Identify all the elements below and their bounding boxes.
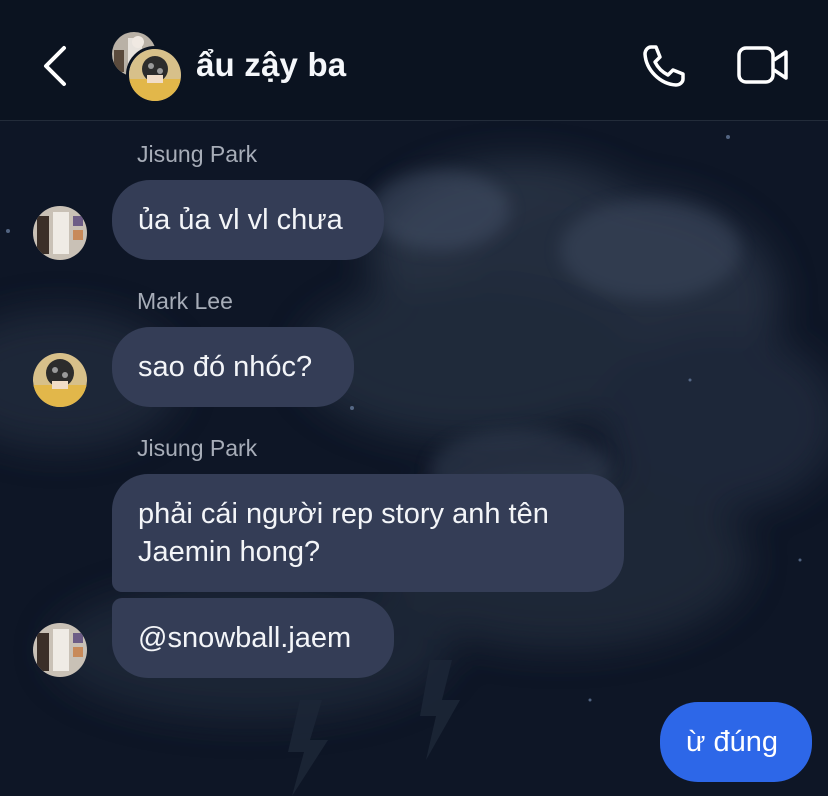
chat-header: ẩu zậy ba <box>0 0 828 121</box>
outgoing-message-bubble[interactable]: ừ đúng <box>660 702 812 782</box>
message-text-line: Jaemin hong? <box>138 536 321 568</box>
message-bubble[interactable]: sao đó nhóc? <box>112 327 354 407</box>
avatar[interactable] <box>33 623 87 677</box>
sender-name: Jisung Park <box>137 435 258 461</box>
sender-name: Jisung Park <box>137 141 258 167</box>
message-bubble[interactable]: @snowball.jaem <box>112 598 394 678</box>
video-camera-icon <box>737 46 788 84</box>
message-bubble[interactable]: ủa ủa vl vl chưa <box>112 180 384 260</box>
sender-name: Mark Lee <box>137 288 233 314</box>
video-call-button[interactable] <box>736 44 790 86</box>
message-text-line: phải cái người rep story anh tên <box>138 498 549 530</box>
message-bubble[interactable]: phải cái người rep story anh tên Jaemin … <box>112 474 624 592</box>
avatar[interactable] <box>33 206 87 260</box>
message-list: Jisung Park ủa ủa vl vl chưa Mark Lee sa… <box>0 121 828 796</box>
message-text: ủa ủa vl vl chưa <box>138 204 343 236</box>
chevron-left-icon <box>44 46 66 86</box>
message-text: sao đó nhóc? <box>138 351 313 383</box>
message-text: @snowball.jaem <box>138 622 352 654</box>
conversation-title[interactable]: ẩu zậy ba <box>196 46 346 84</box>
message-text: ừ đúng <box>686 726 778 758</box>
member-avatar-front <box>126 46 184 104</box>
group-avatar[interactable] <box>112 32 184 104</box>
back-button[interactable] <box>36 40 76 92</box>
call-button[interactable] <box>640 42 690 90</box>
phone-icon <box>643 45 685 87</box>
avatar[interactable] <box>33 353 87 407</box>
